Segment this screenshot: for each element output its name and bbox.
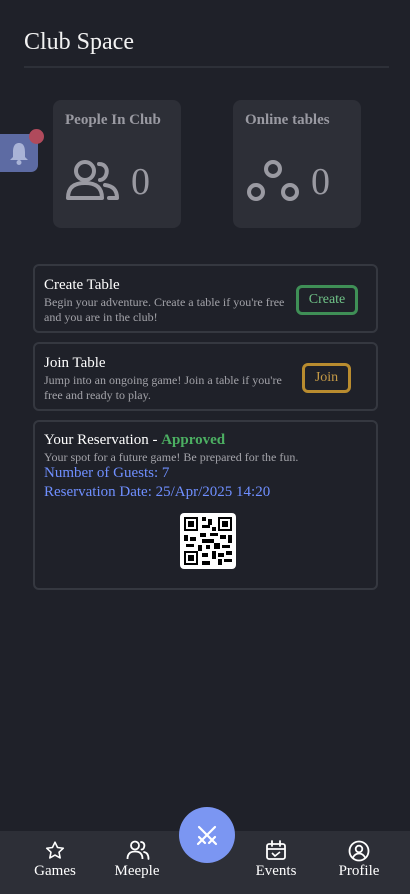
people-icon xyxy=(66,160,119,200)
nav-profile-label: Profile xyxy=(338,863,380,879)
nav-events-label: Events xyxy=(255,863,297,879)
play-button[interactable] xyxy=(179,807,235,863)
page-title: Club Space xyxy=(24,29,134,55)
qr-code[interactable] xyxy=(180,513,236,569)
nav-meeple[interactable]: Meeple xyxy=(102,831,172,894)
tables-icon xyxy=(247,160,299,201)
tables-count: 0 xyxy=(311,161,330,203)
crossed-swords-icon xyxy=(196,825,218,846)
bell-icon xyxy=(10,143,28,165)
nav-games[interactable]: Games xyxy=(20,831,90,894)
people-count: 0 xyxy=(131,161,150,203)
star-icon xyxy=(45,841,65,859)
notification-badge xyxy=(29,129,44,144)
reservation-status: Approved xyxy=(161,432,226,448)
reservation-title-prefix: Your Reservation - xyxy=(44,432,162,448)
title-divider xyxy=(24,66,389,68)
reservation-panel: Your Reservation - Approved Your spot fo… xyxy=(33,420,378,590)
create-table-button[interactable]: Create xyxy=(296,285,358,315)
people-in-club-card: People In Club 0 xyxy=(53,100,181,228)
qr-code-icon xyxy=(184,517,232,565)
stat-label: Online tables xyxy=(245,112,330,128)
nav-meeple-label: Meeple xyxy=(114,863,160,879)
nav-profile[interactable]: Profile xyxy=(324,831,394,894)
people-icon xyxy=(126,840,150,860)
join-table-panel: Join Table Jump into an ongoing game! Jo… xyxy=(33,342,378,411)
create-table-title: Create Table xyxy=(44,277,120,293)
profile-icon xyxy=(348,840,370,862)
reservation-date: Reservation Date: 25/Apr/2025 14:20 xyxy=(44,484,271,500)
online-tables-card: Online tables 0 xyxy=(233,100,361,228)
create-table-description: Begin your adventure. Create a table if … xyxy=(44,295,285,324)
calendar-icon xyxy=(266,840,286,860)
nav-events[interactable]: Events xyxy=(241,831,311,894)
join-table-description: Jump into an ongoing game! Join a table … xyxy=(44,373,282,402)
nav-games-label: Games xyxy=(34,863,76,879)
reservation-guests: Number of Guests: 7 xyxy=(44,465,170,481)
create-table-panel: Create Table Begin your adventure. Creat… xyxy=(33,264,378,333)
stat-label: People In Club xyxy=(65,112,161,128)
join-table-title: Join Table xyxy=(44,355,106,371)
reservation-title: Your Reservation - Approved xyxy=(44,432,225,449)
reservation-description: Your spot for a future game! Be prepared… xyxy=(44,450,299,464)
join-table-button[interactable]: Join xyxy=(302,363,351,393)
